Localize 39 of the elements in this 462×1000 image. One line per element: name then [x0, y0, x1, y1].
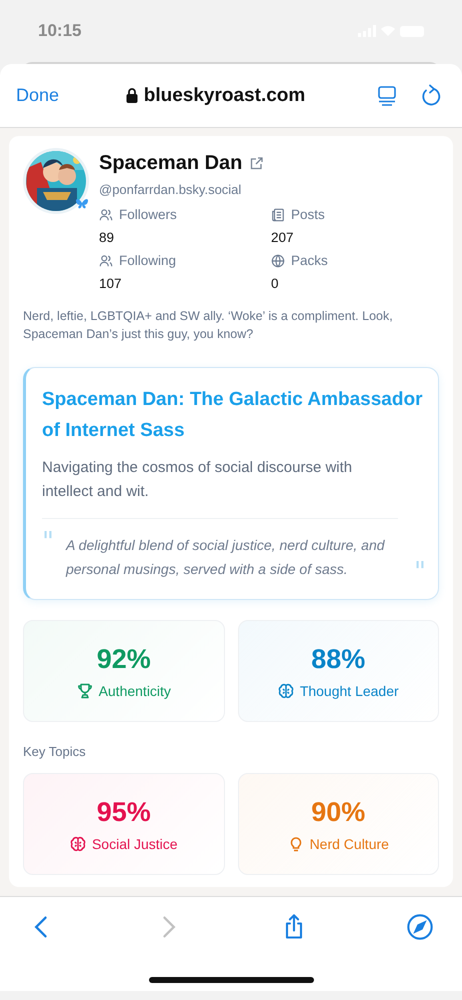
- score-value: 90%: [311, 796, 366, 828]
- stat-label: Posts: [291, 207, 325, 222]
- stat-value: 107: [99, 276, 123, 291]
- brain-icon: [70, 836, 86, 852]
- quote-mark: ": [414, 559, 426, 585]
- stat-value: 89: [99, 230, 116, 245]
- compass-icon: [406, 913, 434, 941]
- profile-handle: @ponfarrdan.bsky.social: [99, 182, 242, 197]
- profile-bio: Nerd, leftie, LGBTQIA+ and SW ally. ‘Woke’ is a compliment. Look, Spaceman Dan’s just this guy, you know?: [23, 308, 394, 343]
- globe-icon: [271, 254, 285, 268]
- trophy-icon: [76, 682, 93, 698]
- profile-name: Spaceman Dan: [99, 152, 242, 175]
- stat-label: Following: [119, 253, 176, 268]
- quote-mark: ": [42, 529, 54, 555]
- stat-value: 207: [271, 230, 295, 245]
- external-link-icon[interactable]: [250, 157, 264, 170]
- lock-icon: [126, 88, 138, 103]
- score-label: Social Justice: [92, 836, 178, 852]
- stat-label: Packs: [291, 253, 328, 268]
- url-text[interactable]: blueskyroast.com: [144, 84, 306, 106]
- stat-value: 0: [271, 276, 280, 291]
- people-icon: [99, 254, 113, 268]
- newspaper-icon: [271, 208, 285, 222]
- score-label: Nerd Culture: [310, 836, 389, 852]
- done-button[interactable]: Done: [16, 85, 60, 106]
- stat-label: Followers: [119, 207, 177, 222]
- score-label: Thought Leader: [300, 682, 399, 698]
- score-value: 95%: [96, 796, 151, 828]
- people-icon: [99, 208, 113, 222]
- score-value: 92%: [96, 644, 151, 674]
- summary-title: Spaceman Dan: The Galactic Ambassador of Internet Sass: [42, 388, 424, 443]
- brain-icon: [278, 682, 294, 698]
- summary-subtitle: Navigating the cosmos of social discourse with intellect and wit.: [42, 458, 354, 502]
- score-value: 88%: [311, 644, 366, 674]
- butterfly-icon: [75, 198, 89, 210]
- score-label: Authenticity: [98, 682, 171, 698]
- summary-quote: A delightful blend of social justice, nerd culture, and personal musings, served with a side of sass.: [66, 536, 386, 579]
- status-time: 10:15: [38, 21, 82, 41]
- section-heading: Key Topics: [23, 744, 87, 759]
